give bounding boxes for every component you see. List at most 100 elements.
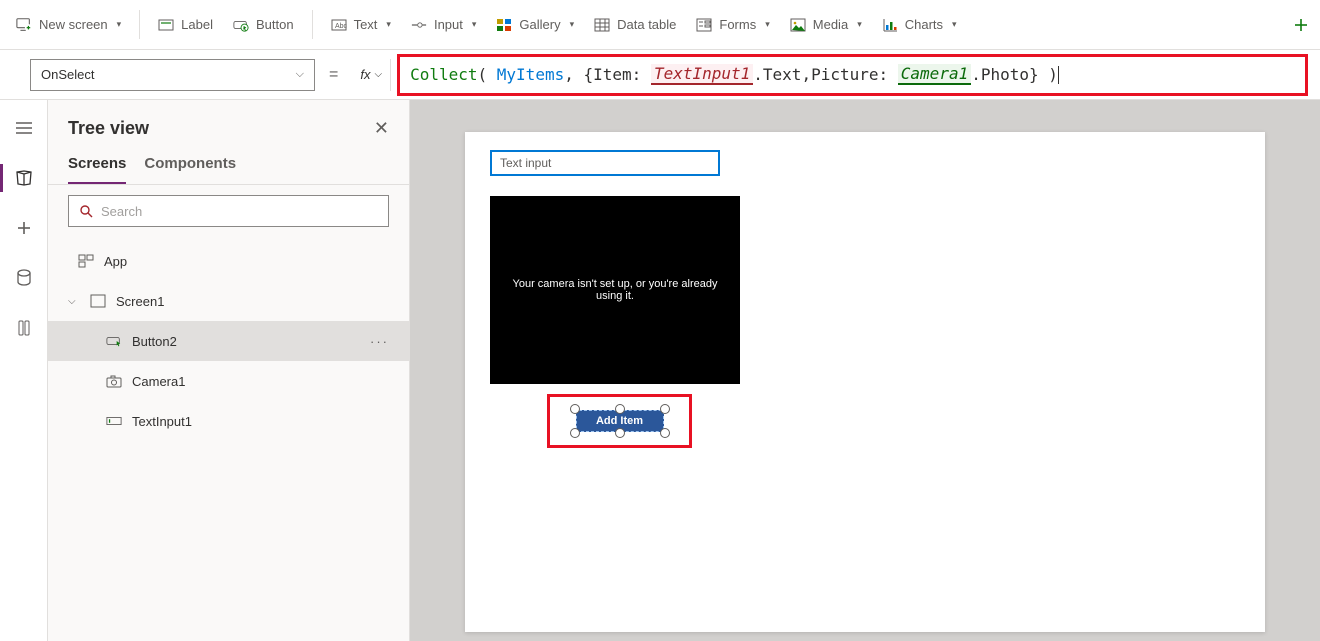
main-area: Tree view ✕ Screens Components Search Ap… xyxy=(0,100,1320,641)
gallery-dropdown[interactable]: Gallery ▾ xyxy=(488,11,582,39)
more-button[interactable]: ··· xyxy=(370,334,389,349)
ribbon: New screen ▾ Label Button Abc Text ▾ Inp… xyxy=(0,0,1320,50)
left-rail xyxy=(0,100,48,641)
text-dropdown[interactable]: Abc Text ▾ xyxy=(323,11,399,39)
chevron-down-icon: ▾ xyxy=(386,19,391,30)
media-dropdown[interactable]: Media ▾ xyxy=(782,11,870,39)
tree-item-camera1[interactable]: Camera1 xyxy=(48,361,409,401)
svg-text:Abc: Abc xyxy=(335,23,347,30)
add-icon[interactable] xyxy=(1294,18,1312,32)
formula-token-textinput1: TextInput1 xyxy=(651,64,753,85)
textinput-icon xyxy=(106,413,122,429)
screen-icon xyxy=(16,17,32,33)
button-icon xyxy=(106,333,122,349)
text-input-placeholder: Text input xyxy=(500,156,551,170)
rail-hamburger[interactable] xyxy=(8,112,40,144)
equals-sign: = xyxy=(325,66,342,84)
label-text: Label xyxy=(181,17,213,32)
chevron-down-icon: ▾ xyxy=(857,19,862,30)
data-table-button[interactable]: Data table xyxy=(586,11,684,39)
rail-insert[interactable] xyxy=(8,212,40,244)
rail-tree-view[interactable] xyxy=(8,162,40,194)
chevron-down-icon: ▾ xyxy=(952,19,957,30)
input-dropdown[interactable]: Input ▾ xyxy=(403,11,484,39)
chevron-down-icon: ⌵ xyxy=(68,296,80,307)
table-icon xyxy=(594,17,610,33)
search-icon xyxy=(79,204,93,218)
screen-icon xyxy=(90,293,106,309)
input-label: Input xyxy=(434,17,463,32)
text-label: Text xyxy=(354,17,378,32)
new-screen-label: New screen xyxy=(39,17,108,32)
chevron-down-icon: ▾ xyxy=(765,19,770,30)
tree-item-label: Camera1 xyxy=(132,374,185,389)
resize-handle[interactable] xyxy=(660,404,670,414)
canvas-wrapper: Text input Your camera isn't set up, or … xyxy=(410,100,1320,641)
formula-token-fn: Collect xyxy=(410,65,477,84)
t-item-label: Screen1 xyxy=(116,294,164,309)
charts-dropdown[interactable]: Charts ▾ xyxy=(874,11,965,39)
button-icon xyxy=(233,17,249,33)
data-table-label: Data table xyxy=(617,17,676,32)
forms-label: Forms xyxy=(719,17,756,32)
formula-bar: OnSelect ⌵ = fx ⌵ Collect( MyItems, { It… xyxy=(0,50,1320,100)
tree-item-button2[interactable]: Button2 ··· xyxy=(48,321,409,361)
chevron-down-icon: ▾ xyxy=(570,19,575,30)
button-text: Button xyxy=(256,17,294,32)
tree-item-label: App xyxy=(104,254,127,269)
highlight-box: Add Item xyxy=(547,394,692,448)
tree-list: App ⌵ Screen1 Button2 ··· Camera1 TextIn… xyxy=(48,237,409,641)
forms-icon xyxy=(696,17,712,33)
tab-screens[interactable]: Screens xyxy=(68,149,126,184)
property-selector-value: OnSelect xyxy=(41,67,94,82)
chevron-down-icon: ⌵ xyxy=(296,68,304,81)
new-screen-button[interactable]: New screen ▾ xyxy=(8,11,129,39)
resize-handle[interactable] xyxy=(615,404,625,414)
tab-components[interactable]: Components xyxy=(144,149,236,184)
resize-handle[interactable] xyxy=(570,404,580,414)
app-icon xyxy=(78,253,94,269)
gallery-icon xyxy=(496,17,512,33)
label-button[interactable]: Label xyxy=(150,11,221,39)
canvas-screen1[interactable]: Text input Your camera isn't set up, or … xyxy=(465,132,1265,632)
tree-search-input[interactable]: Search xyxy=(68,195,389,227)
forms-dropdown[interactable]: Forms ▾ xyxy=(688,11,777,39)
media-icon xyxy=(790,17,806,33)
charts-label: Charts xyxy=(905,17,943,32)
input-icon xyxy=(411,17,427,33)
tree-item-label: Button2 xyxy=(132,334,177,349)
tree-item-screen1[interactable]: ⌵ Screen1 xyxy=(48,281,409,321)
resize-handle[interactable] xyxy=(570,428,580,438)
chevron-down-icon: ▾ xyxy=(472,19,477,30)
rail-tools[interactable] xyxy=(8,312,40,344)
rail-data[interactable] xyxy=(8,262,40,294)
close-panel-button[interactable]: ✕ xyxy=(374,118,389,139)
gallery-label: Gallery xyxy=(519,17,560,32)
text-cursor xyxy=(1058,66,1059,84)
tree-view-panel: Tree view ✕ Screens Components Search Ap… xyxy=(48,100,410,641)
text-icon: Abc xyxy=(331,17,347,33)
camera-message: Your camera isn't set up, or you're alre… xyxy=(500,278,730,302)
formula-token-camera1: Camera1 xyxy=(898,64,971,85)
tree-item-label: TextInput1 xyxy=(132,414,192,429)
charts-icon xyxy=(882,17,898,33)
property-selector[interactable]: OnSelect ⌵ xyxy=(30,59,315,91)
camera-icon xyxy=(106,373,122,389)
resize-handle[interactable] xyxy=(660,428,670,438)
chevron-down-icon: ▾ xyxy=(117,19,122,30)
button-insert-button[interactable]: Button xyxy=(225,11,302,39)
canvas-text-input[interactable]: Text input xyxy=(490,150,720,176)
chevron-down-icon: ⌵ xyxy=(374,69,382,80)
media-label: Media xyxy=(813,17,848,32)
selected-control[interactable]: Add Item xyxy=(576,410,664,432)
search-placeholder: Search xyxy=(101,204,142,219)
fx-text: fx xyxy=(360,67,370,82)
tree-item-textinput1[interactable]: TextInput1 xyxy=(48,401,409,441)
formula-input[interactable]: Collect( MyItems, { Item: TextInput1.Tex… xyxy=(397,54,1308,96)
fx-button[interactable]: fx ⌵ xyxy=(352,59,391,91)
resize-handle[interactable] xyxy=(615,428,625,438)
canvas-camera[interactable]: Your camera isn't set up, or you're alre… xyxy=(490,196,740,384)
tree-view-title: Tree view xyxy=(68,118,149,139)
label-icon xyxy=(158,17,174,33)
tree-item-app[interactable]: App xyxy=(48,241,409,281)
